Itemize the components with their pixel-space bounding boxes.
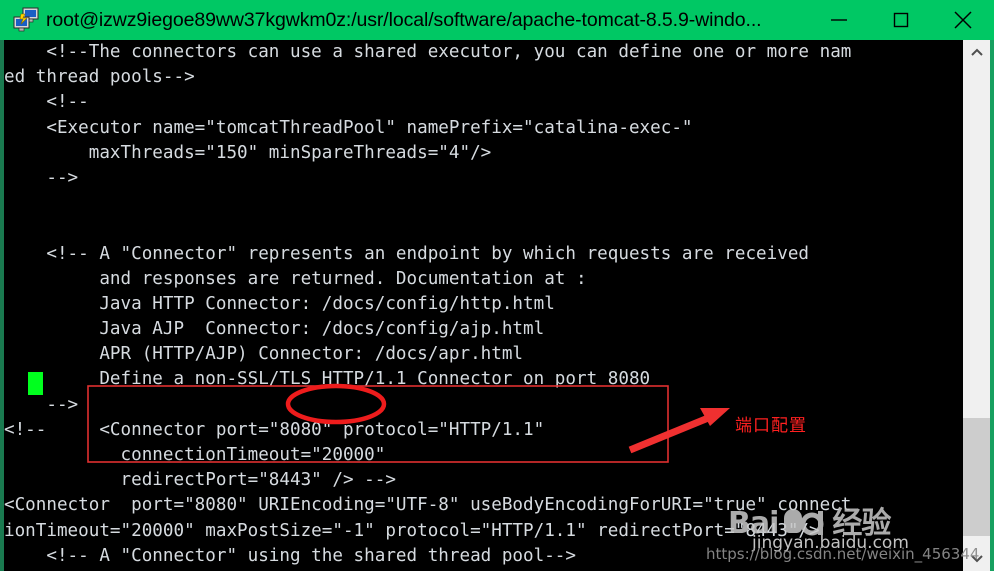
- remote-computers-icon: [12, 7, 40, 33]
- terminal-line: and responses are returned. Documentatio…: [4, 268, 587, 289]
- terminal-line: ed thread pools-->: [4, 67, 195, 88]
- terminal-line: -->: [4, 167, 79, 188]
- terminal-line: Define a non-SSL/TLS HTTP/1.1 Connector …: [4, 369, 651, 390]
- terminal-line: Java AJP Connector: /docs/config/ajp.htm…: [4, 319, 545, 340]
- terminal-line: APR (HTTP/AJP) Connector: /docs/apr.html: [4, 344, 524, 365]
- terminal-line: <Executor name="tomcatThreadPool" namePr…: [4, 117, 693, 138]
- window-left-border: [0, 40, 4, 571]
- terminal-line: <!-- A "Connector" represents an endpoin…: [4, 243, 810, 264]
- terminal-line: connectionTimeout="20000": [4, 445, 386, 465]
- baidu-watermark-logo: Bai 经验: [728, 498, 978, 541]
- window-titlebar[interactable]: root@izwz9iegoe89ww37kgwkm0z:/usr/local/…: [0, 0, 994, 40]
- terminal-line: <!--The connectors can use a shared exec…: [4, 42, 852, 62]
- minimize-button[interactable]: [808, 0, 870, 40]
- window-right-border: [990, 40, 994, 571]
- terminal-cursor: [28, 372, 43, 395]
- annotation-note-text: 端口配置: [735, 416, 807, 436]
- terminal-window: root@izwz9iegoe89ww37kgwkm0z:/usr/local/…: [0, 0, 994, 571]
- maximize-button[interactable]: [870, 0, 932, 40]
- terminal-line: <!--: [4, 92, 89, 113]
- csdn-watermark-url: https://blog.csdn.net/weixin_456344: [706, 545, 980, 563]
- terminal-line: -->: [4, 394, 79, 415]
- window-title: root@izwz9iegoe89ww37kgwkm0z:/usr/local/…: [46, 8, 762, 31]
- close-button[interactable]: [932, 0, 994, 40]
- vertical-scrollbar[interactable]: [963, 40, 990, 571]
- terminal-line: redirectPort="8443" /> -->: [4, 470, 396, 491]
- scroll-up-icon[interactable]: [963, 40, 990, 66]
- terminal-line: <!-- <Connector port="8080" protocol="HT…: [4, 419, 545, 440]
- terminal-line: maxThreads="150" minSpareThreads="4"/>: [4, 142, 492, 163]
- terminal-text-block: <!--The connectors can use a shared exec…: [4, 40, 963, 571]
- terminal-output[interactable]: <!--The connectors can use a shared exec…: [0, 40, 963, 571]
- terminal-line: Java HTTP Connector: /docs/config/http.h…: [4, 293, 555, 314]
